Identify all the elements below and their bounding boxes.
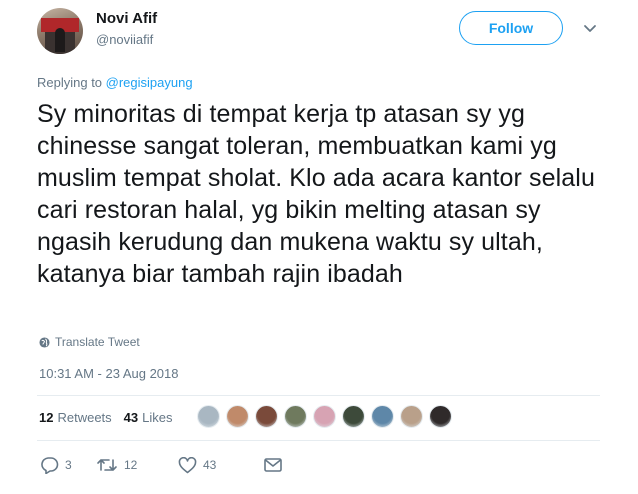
retweets-label: Retweets (57, 410, 112, 425)
retweets-stat[interactable]: 12 Retweets (39, 410, 112, 425)
liker-avatar[interactable] (197, 405, 220, 428)
reply-count: 3 (65, 458, 72, 472)
retweet-count: 12 (124, 458, 138, 472)
translate-tweet-link[interactable]: Translate Tweet (39, 335, 140, 349)
liker-avatar[interactable] (255, 405, 278, 428)
liker-avatar[interactable] (371, 405, 394, 428)
translate-label[interactable]: Translate Tweet (55, 335, 140, 349)
envelope-icon (264, 458, 282, 472)
liker-avatar[interactable] (284, 405, 307, 428)
globe-icon (39, 336, 50, 348)
liker-avatar[interactable] (313, 405, 336, 428)
divider-top (37, 395, 600, 396)
likes-stat[interactable]: 43 Likes (124, 410, 173, 425)
follow-button[interactable]: Follow (459, 11, 563, 45)
liker-avatar[interactable] (342, 405, 365, 428)
liker-avatar[interactable] (429, 405, 452, 428)
like-button[interactable]: 43 (178, 456, 264, 474)
author-handle[interactable]: @noviiafif (96, 32, 153, 47)
retweets-count: 12 (39, 410, 54, 425)
retweet-button[interactable]: 12 (96, 457, 178, 473)
heart-icon (178, 456, 197, 473)
liker-avatars (197, 405, 458, 428)
chevron-down-icon[interactable] (582, 22, 598, 36)
liker-avatar[interactable] (400, 405, 423, 428)
likes-label: Likes (142, 410, 173, 425)
retweet-icon (97, 459, 117, 471)
like-count: 43 (203, 458, 217, 472)
divider-bottom (37, 440, 600, 441)
avatar-person (55, 28, 65, 52)
liker-avatar[interactable] (226, 405, 249, 428)
engagement-stats: 12 Retweets 43 Likes (39, 410, 185, 425)
author-name[interactable]: Novi Afif (96, 10, 157, 27)
mention-link[interactable]: @regisipayung (106, 75, 193, 90)
direct-message-button[interactable] (264, 458, 282, 472)
reply-icon (41, 457, 59, 474)
tweet-actions: 3 12 43 (40, 456, 282, 474)
reply-button[interactable]: 3 (40, 456, 96, 474)
likes-count: 43 (123, 410, 139, 425)
tweet-timestamp[interactable]: 10:31 AM - 23 Aug 2018 (39, 366, 179, 381)
replying-to-prefix: Replying to (37, 75, 106, 90)
replying-to: Replying to @regisipayung (37, 75, 193, 90)
author-avatar[interactable] (37, 8, 83, 54)
tweet-text: Sy minoritas di tempat kerja tp atasan s… (37, 100, 595, 288)
